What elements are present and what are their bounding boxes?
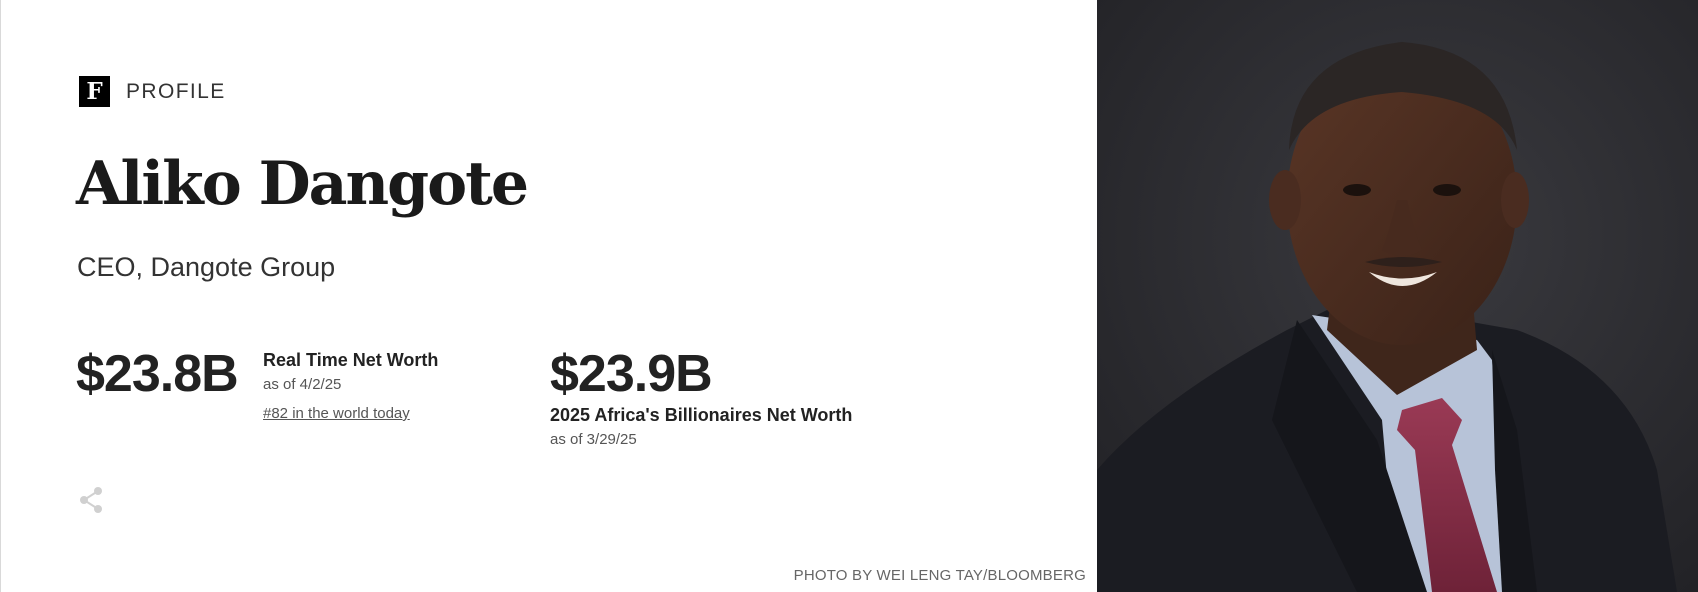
section-label: PROFILE (126, 79, 226, 103)
forbes-logo[interactable]: F (79, 76, 110, 107)
profile-role: CEO, Dangote Group (77, 252, 336, 282)
profile-name: Aliko Dangote (76, 149, 529, 219)
profile-header: F PROFILE (79, 76, 226, 107)
real-time-net-worth-value: $23.8B (76, 345, 239, 403)
page-left-border (0, 0, 1, 592)
list-net-worth-date: as of 3/29/25 (550, 431, 637, 448)
real-time-net-worth-label: Real Time Net Worth (263, 350, 439, 370)
list-net-worth-label: 2025 Africa's Billionaires Net Worth (550, 405, 853, 425)
share-icon[interactable] (78, 486, 104, 514)
list-net-worth-value: $23.9B (550, 345, 713, 403)
profile-photo (1097, 0, 1698, 592)
photo-credit: PHOTO BY WEI LENG TAY/BLOOMBERG (793, 567, 1086, 584)
world-rank-link[interactable]: #82 in the world today (263, 405, 410, 422)
real-time-net-worth-date: as of 4/2/25 (263, 376, 342, 393)
